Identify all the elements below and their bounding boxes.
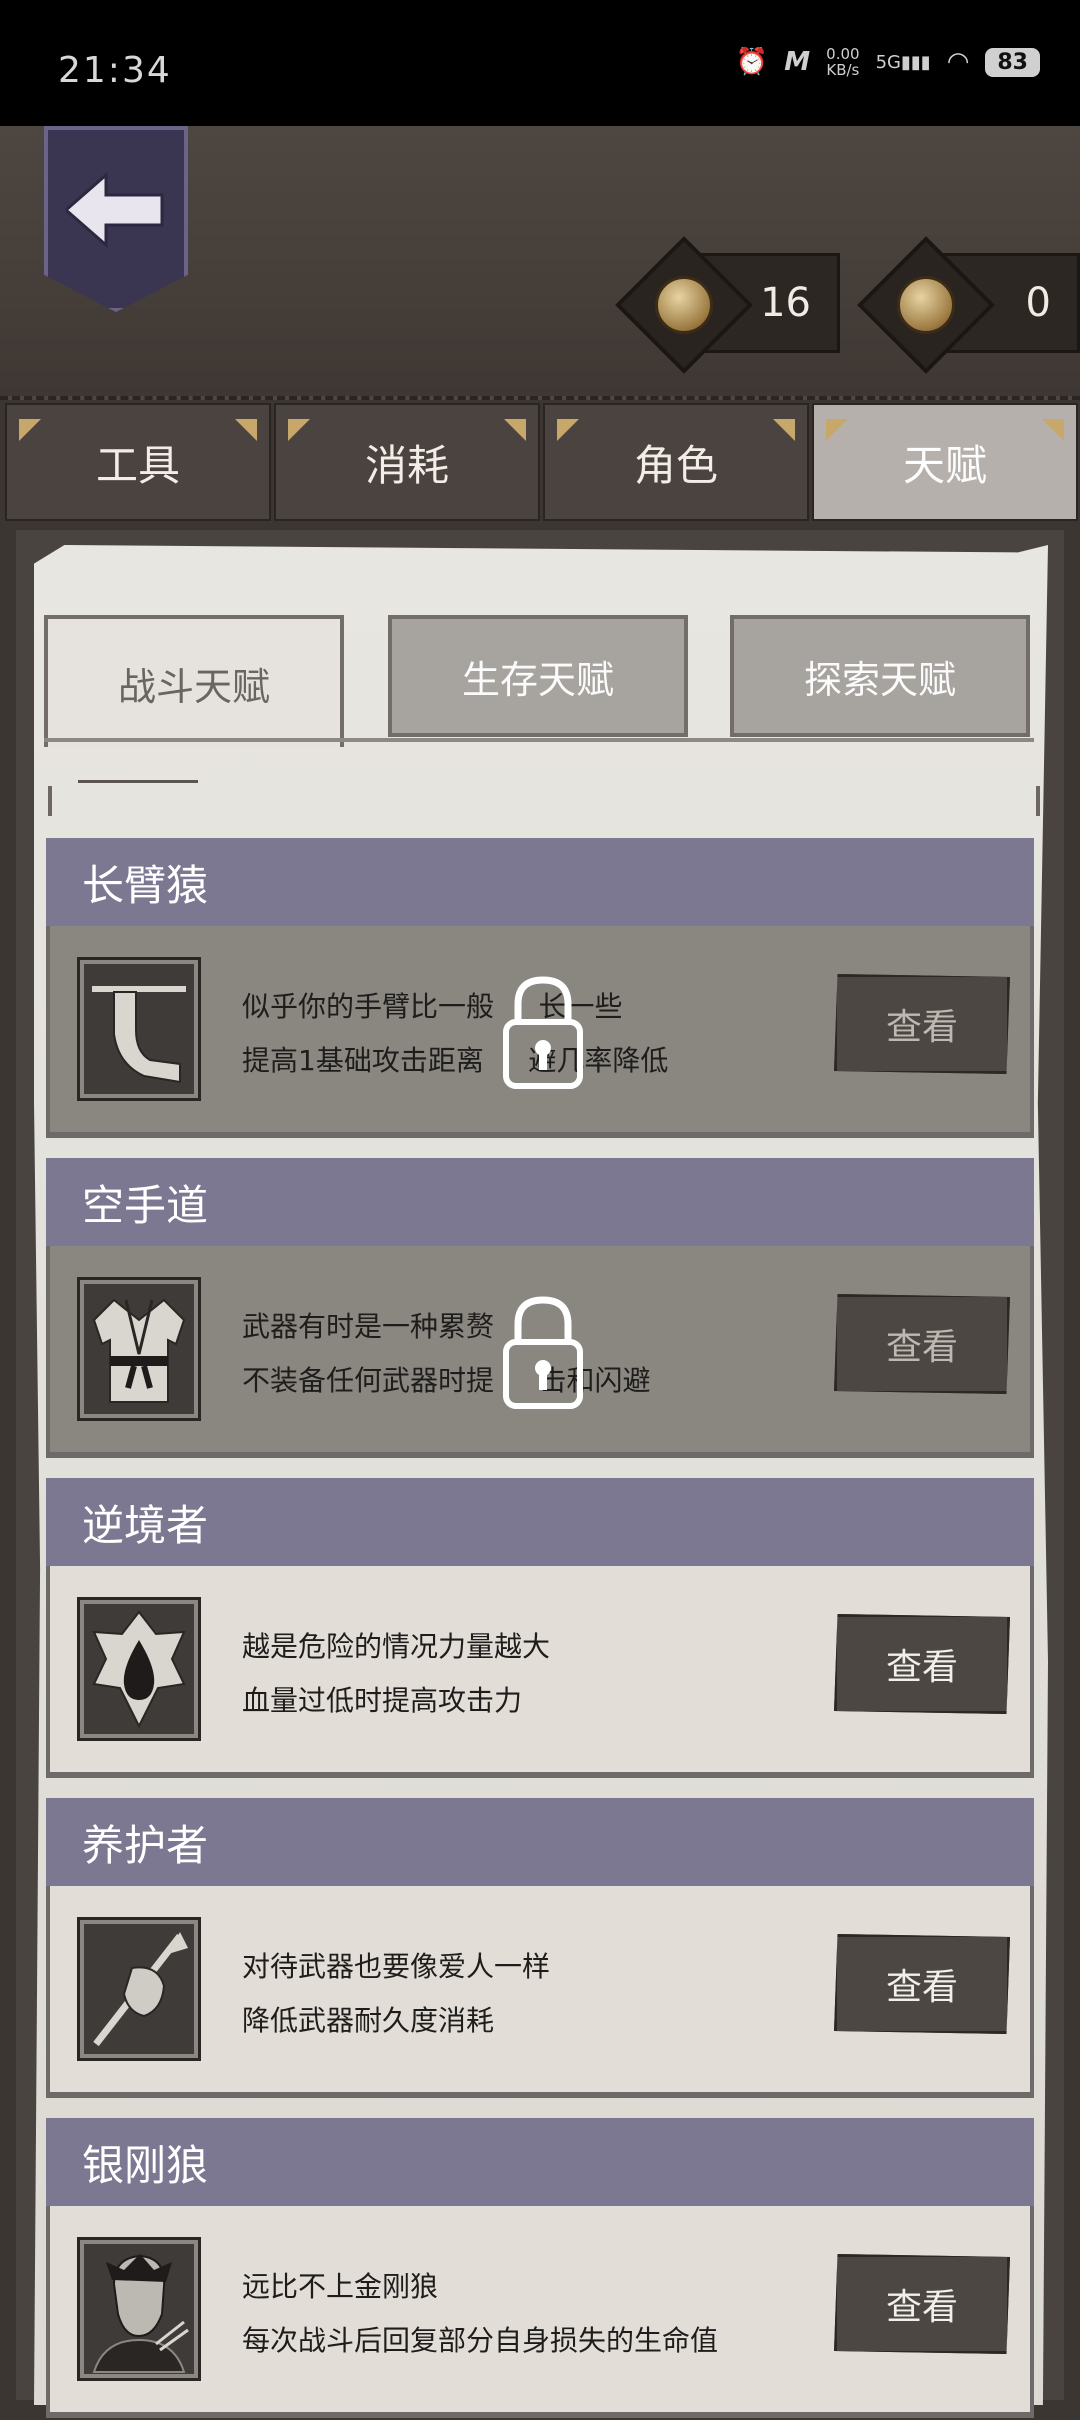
blood-drop-icon	[92, 1610, 186, 1729]
tab-character[interactable]: 角色	[543, 403, 809, 521]
talent-card: 长臂猿 似乎你的手臂比一般 长一些 提高1基础攻击距离 避几率降低 查看	[46, 838, 1034, 1140]
talent-title: 养护者	[46, 1798, 1034, 1886]
view-button[interactable]: 查看	[834, 1934, 1010, 2034]
main-tabs: 工具 消耗 角色 天赋	[0, 403, 1080, 523]
currency-display-1: 16	[615, 236, 840, 374]
talent-description: 越是危险的情况力量越大 血量过低时提高攻击力	[242, 1630, 551, 1717]
talent-subtabs: 战斗天赋 生存天赋 探索天赋	[44, 615, 1036, 747]
lock-icon	[503, 976, 583, 1089]
coin-icon	[655, 276, 713, 334]
long-arm-icon	[92, 986, 186, 1084]
wifi-icon: ◠	[946, 47, 970, 77]
back-button[interactable]	[44, 126, 188, 312]
tab-tools[interactable]: 工具	[5, 403, 271, 521]
app-notification-icon: M	[784, 47, 811, 77]
spear-cloth-icon	[93, 1932, 188, 2047]
talent-card: 养护者 对待武器也要像爱人一样 降低武器耐久度消耗 查看	[46, 1798, 1034, 2100]
talent-title: 空手道	[46, 1158, 1034, 1246]
alarm-icon: ⏰	[735, 47, 769, 77]
subtab-combat[interactable]: 战斗天赋	[44, 615, 344, 747]
subtab-survival[interactable]: 生存天赋	[388, 615, 688, 737]
subtab-divider	[44, 738, 1034, 742]
network-speed: 0.00 KB/s	[826, 45, 860, 79]
talent-description: 对待武器也要像爱人一样 降低武器耐久度消耗	[242, 1950, 551, 2037]
talent-icon-frame	[77, 1597, 201, 1741]
talent-description: 远比不上金刚狼 每次战斗后回复部分自身损失的生命值	[242, 2270, 719, 2357]
view-button[interactable]: 查看	[834, 974, 1010, 1074]
talent-icon-frame	[77, 1917, 201, 2061]
back-arrow-icon	[66, 171, 164, 249]
talent-card: 空手道 武器有时是一种累赘 不装备任何武器时提 击和闪避 查看	[46, 1158, 1034, 1460]
talent-icon-frame	[77, 957, 201, 1101]
coin-icon	[897, 276, 955, 334]
game-header: 16 0	[0, 126, 1080, 400]
view-button[interactable]: 查看	[834, 2254, 1010, 2354]
talent-body: 远比不上金刚狼 每次战斗后回复部分自身损失的生命值 查看	[46, 2206, 1034, 2418]
signal-icon: 5G▮▮▮	[875, 51, 931, 73]
talent-title: 银刚狼	[46, 2118, 1034, 2206]
battery-indicator: 83	[985, 47, 1040, 77]
talent-body: 对待武器也要像爱人一样 降低武器耐久度消耗 查看	[46, 1886, 1034, 2098]
talent-body: 似乎你的手臂比一般 长一些 提高1基础攻击距离 避几率降低 查看	[46, 926, 1034, 1138]
view-button[interactable]: 查看	[834, 1294, 1010, 1394]
status-icons: ⏰ M 0.00 KB/s 5G▮▮▮ ◠ 83	[736, 46, 1040, 78]
talent-body: 武器有时是一种累赘 不装备任何武器时提 击和闪避 查看	[46, 1246, 1034, 1458]
status-time: 21:34	[58, 50, 172, 91]
currency-display-2: 0	[857, 236, 1080, 374]
tab-talents[interactable]: 天赋	[812, 403, 1078, 521]
subtab-exploration[interactable]: 探索天赋	[730, 615, 1030, 737]
talent-title: 逆境者	[46, 1478, 1034, 1566]
talent-icon-frame	[77, 1277, 201, 1421]
talent-title: 长臂猿	[46, 838, 1034, 926]
talent-body: 越是危险的情况力量越大 血量过低时提高攻击力 查看	[46, 1566, 1034, 1778]
talent-card: 银刚狼 远比不上金刚狼 每次战斗后回复部分自身损失的生命值 查看	[46, 2118, 1034, 2420]
tab-consumables[interactable]: 消耗	[274, 403, 540, 521]
lock-icon	[503, 1296, 583, 1409]
wolverine-portrait-icon	[92, 2254, 189, 2373]
talent-icon-frame	[77, 2237, 201, 2381]
divider	[78, 780, 198, 783]
view-button[interactable]: 查看	[834, 1614, 1010, 1714]
karate-uniform-icon	[92, 1298, 186, 1403]
list-top-edge	[48, 786, 1040, 816]
talent-card: 逆境者 越是危险的情况力量越大 血量过低时提高攻击力 查看	[46, 1478, 1034, 1780]
status-bar: 21:34 ⏰ M 0.00 KB/s 5G▮▮▮ ◠ 83	[0, 0, 1080, 126]
